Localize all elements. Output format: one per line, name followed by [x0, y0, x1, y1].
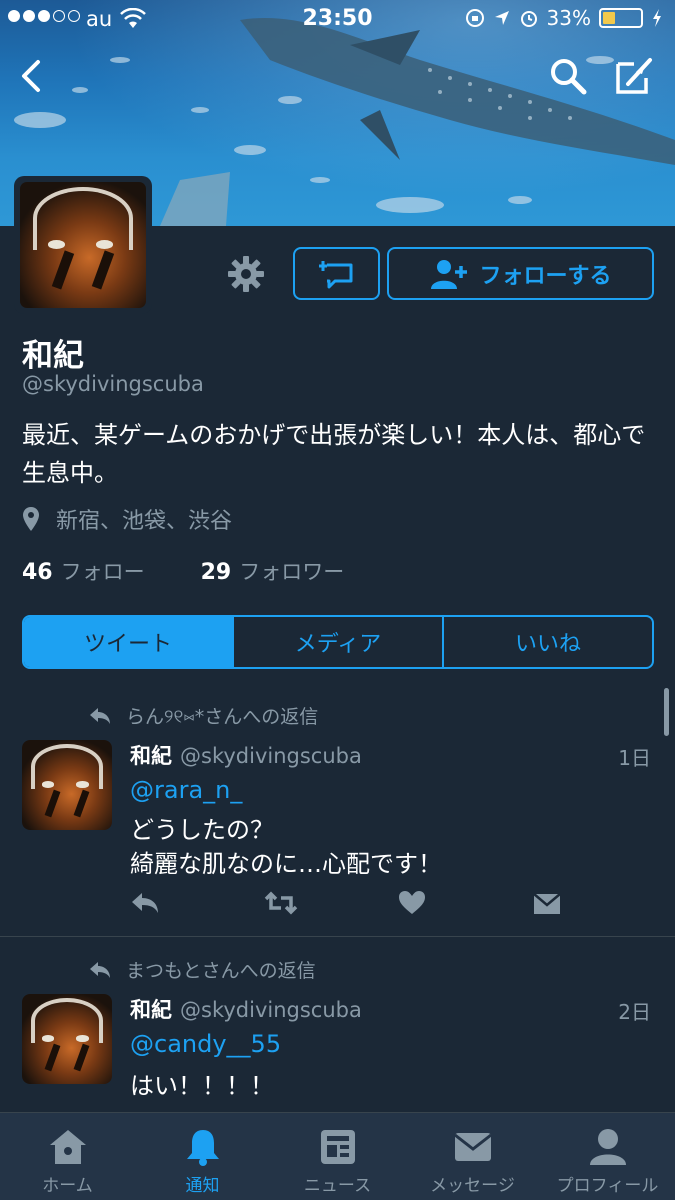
following-count[interactable]: 46 フォロー [22, 556, 145, 586]
location-arrow-icon [494, 11, 509, 25]
tweet-author: 和紀 @skydivingscuba [130, 994, 362, 1024]
profile-location: 新宿、池袋、渋谷 [22, 503, 232, 535]
tweet-actions [130, 890, 666, 920]
charging-icon [653, 9, 661, 27]
person-icon [589, 1129, 626, 1165]
reply-context-text: まつもとさんへの返信 [126, 960, 316, 982]
following-label: フォロー [60, 560, 145, 584]
tab-tweets[interactable]: ツイート [24, 617, 234, 667]
tweet-text-line: 綺麗な肌なのに…心配です！ [130, 850, 442, 878]
tweet-text-line: はい！！！！ [130, 1072, 274, 1100]
followers-number: 29 [200, 560, 232, 585]
followers-count[interactable]: 29 フォロワー [201, 556, 345, 586]
avatar[interactable] [22, 740, 112, 830]
status-bar: au 23:50 33% [0, 0, 675, 40]
tabbar-messages[interactable]: メッセージ [405, 1113, 540, 1200]
like-heart-icon[interactable] [398, 890, 426, 916]
compose-button[interactable] [612, 54, 656, 98]
tweet-item[interactable]: らん୨୧⑅*さんへの返信 和紀 @skydivingscuba 1日 @rara_… [0, 690, 675, 936]
tabbar-profile[interactable]: プロフィール [540, 1113, 675, 1200]
avatar-image [20, 182, 146, 308]
profile-name: 和紀 [22, 338, 84, 374]
location-pin-icon [23, 507, 39, 531]
reply-icon[interactable] [130, 890, 160, 916]
tweet-time: 2日 [618, 1000, 651, 1024]
location-text: 新宿、池袋、渋谷 [56, 509, 233, 534]
mention-reply-button[interactable] [293, 247, 380, 300]
tweet-author-name: 和紀 [130, 998, 172, 1022]
envelope-icon [453, 1133, 492, 1161]
follow-button-label: フォローする [479, 263, 612, 289]
reply-arrow-icon [90, 707, 110, 724]
following-number: 46 [22, 560, 53, 585]
home-icon [49, 1130, 86, 1164]
battery-icon [599, 8, 643, 28]
tweet-author-handle: @skydivingscuba [180, 744, 362, 768]
direct-message-icon[interactable] [532, 890, 562, 916]
profile-handle: @skydivingscuba [22, 372, 204, 396]
followers-label: フォロワー [239, 560, 345, 584]
add-user-icon [431, 259, 468, 289]
tweet-author-name: 和紀 [130, 744, 172, 768]
reply-context: らん୨୧⑅*さんへの返信 [88, 702, 318, 729]
tabbar-notifications[interactable]: 通知 [135, 1113, 270, 1200]
tabbar-label: ニュース [303, 1176, 372, 1196]
reply-arrow-icon [90, 961, 110, 978]
tweet-author-handle: @skydivingscuba [180, 998, 362, 1022]
bottom-tab-bar: ホーム 通知 ニュース メッセージ プロフィール [0, 1112, 675, 1200]
profile-bio: 最近、某ゲームのおかげで出張が楽しい！本人は、都心で生息中。 [22, 421, 646, 487]
tabbar-news[interactable]: ニュース [270, 1113, 405, 1200]
back-button[interactable] [14, 58, 50, 94]
alarm-icon [520, 11, 537, 27]
tabbar-label: ホーム [42, 1176, 93, 1196]
tabbar-label: メッセージ [430, 1176, 515, 1196]
news-icon [320, 1130, 355, 1164]
tabbar-label: プロフィール [556, 1176, 659, 1196]
tweet-mention[interactable]: @candy__55 [130, 1030, 281, 1058]
search-button[interactable] [548, 56, 588, 96]
follow-button[interactable]: フォローする [387, 247, 654, 300]
bell-icon [186, 1130, 219, 1166]
profile-avatar[interactable] [14, 176, 152, 314]
divider [0, 936, 675, 937]
battery-percent: 33% [546, 6, 591, 30]
reply-context-text: らん୨୧⑅*さんへの返信 [126, 706, 319, 728]
tabbar-label: 通知 [185, 1176, 220, 1196]
rotation-lock-icon [465, 9, 484, 27]
tabbar-home[interactable]: ホーム [0, 1113, 135, 1200]
tweet-mention[interactable]: @rara_n_ [130, 776, 242, 804]
avatar[interactable] [22, 994, 112, 1084]
reply-context: まつもとさんへの返信 [88, 956, 316, 983]
tweet-time: 1日 [618, 746, 651, 770]
tweet-item[interactable]: まつもとさんへの返信 和紀 @skydivingscuba 2日 @candy__… [0, 944, 675, 1112]
retweet-icon[interactable] [264, 890, 298, 916]
tweet-author: 和紀 @skydivingscuba [130, 740, 362, 770]
tab-media[interactable]: メディア [234, 617, 444, 667]
reply-mention-icon [318, 260, 352, 288]
settings-gear-icon[interactable] [226, 254, 266, 294]
tab-likes[interactable]: いいね [444, 617, 652, 667]
profile-tabs: ツイート メディア いいね [22, 615, 654, 669]
follow-counts: 46 フォロー 29 フォロワー [22, 556, 344, 586]
tweet-text-line: どうしたの？ [130, 816, 274, 844]
